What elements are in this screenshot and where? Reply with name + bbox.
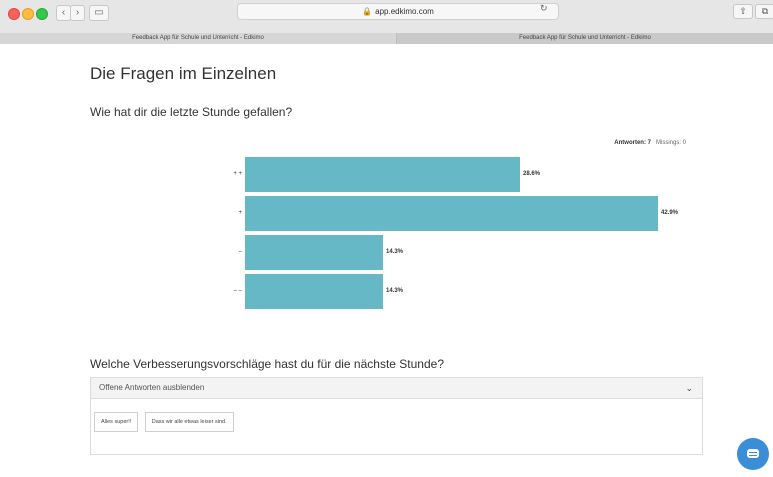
bar (245, 196, 658, 231)
open-answers-panel: Offene Antworten ausblenden ⌄ Alles supe… (90, 377, 703, 455)
address-text: app.edkimo.com (375, 7, 434, 16)
bar (245, 235, 383, 270)
address-bar[interactable]: 🔒 app.edkimo.com (237, 3, 559, 20)
lock-icon: 🔒 (362, 7, 373, 16)
bar-category-label: – (238, 249, 242, 255)
bar (245, 274, 383, 309)
bar-percent-label: 28.6% (523, 171, 541, 177)
tab-1-label: Feedback App für Schule und Unterricht -… (132, 35, 264, 41)
share-icon[interactable]: ⇧ (733, 4, 753, 19)
question-2-title: Welche Verbesserungsvorschläge hast du f… (90, 357, 444, 371)
answers-count: Antworten: 7 (614, 140, 651, 146)
open-answers-toggle-label: Offene Antworten ausblenden (99, 383, 205, 392)
open-answer-1: Alles super!! (94, 412, 139, 432)
bar-category-label: + + (233, 171, 242, 177)
open-answers-toggle[interactable]: Offene Antworten ausblenden ⌄ (91, 378, 702, 399)
zoom-window-button[interactable] (36, 8, 48, 20)
bar-category-label: – – (233, 288, 242, 294)
browser-toolbar: ‹ › ▭ 🔒 app.edkimo.com ↻ ⇧ ⧉ (0, 0, 773, 34)
open-answer-2: Dass wir alle etwas leiser sind. (144, 412, 234, 432)
bar-category-label: + (238, 210, 242, 216)
chevron-down-icon[interactable]: ⌄ (685, 378, 693, 398)
bar (245, 157, 520, 192)
open-answers-list: Alles super!! Dass wir alle etwas leiser… (91, 399, 702, 443)
close-window-button[interactable] (8, 8, 20, 20)
reload-icon[interactable]: ↻ (540, 3, 548, 14)
tabs-overview-icon[interactable]: ⧉ (755, 4, 773, 19)
chat-icon-line (749, 455, 757, 456)
minimize-window-button[interactable] (22, 8, 34, 20)
question-1-title: Wie hat dir die letzte Stunde gefallen? (90, 105, 293, 119)
tab-2-label: Feedback App für Schule und Unterricht -… (519, 35, 651, 41)
missings-count: Missings: 0 (655, 140, 686, 146)
chat-button[interactable] (737, 438, 769, 470)
bar-percent-label: 14.3% (386, 249, 404, 255)
chat-icon (747, 449, 759, 458)
page-title: Die Fragen im Einzelnen (90, 64, 277, 83)
forward-button[interactable]: › (70, 5, 85, 21)
answer-stats: Antworten: 7 Missings: 0 (614, 140, 686, 146)
tab-2[interactable]: Feedback App für Schule und Unterricht -… (397, 33, 773, 44)
sidebar-toggle-icon[interactable]: ▭ (89, 5, 109, 21)
chat-icon-line (749, 452, 757, 453)
bar-percent-label: 14.3% (386, 288, 404, 294)
back-button[interactable]: ‹ (56, 5, 71, 21)
bar-percent-label: 42.9% (661, 210, 679, 216)
tab-1[interactable]: Feedback App für Schule und Unterricht -… (0, 33, 397, 44)
